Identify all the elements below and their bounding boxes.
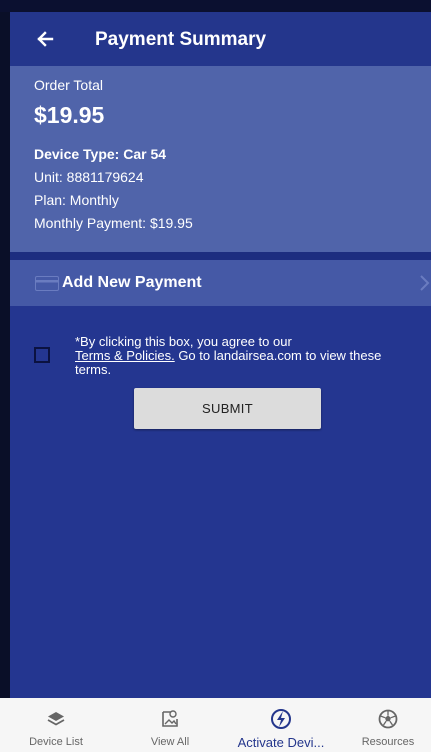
order-summary-panel: Order Total $19.95 Device Type: Car 54 U… — [10, 66, 431, 252]
back-button[interactable] — [30, 24, 60, 54]
app-screen: Payment Summary Order Total $19.95 Devic… — [0, 0, 431, 752]
order-total-label: Order Total — [34, 77, 103, 93]
monthly-payment: Monthly Payment: $19.95 — [34, 215, 193, 231]
chevron-right-icon — [420, 275, 430, 291]
nav-label: Activate Devi... — [237, 735, 325, 750]
nav-view-all[interactable]: View All — [120, 698, 220, 752]
terms-checkbox[interactable] — [34, 347, 50, 363]
unit-number: Unit: 8881179624 — [34, 169, 144, 185]
back-arrow-icon — [37, 31, 54, 47]
credit-card-icon — [35, 276, 59, 291]
order-total-value: $19.95 — [34, 102, 105, 128]
terms-prefix: *By clicking this box, you agree to our — [75, 334, 292, 349]
submit-button[interactable]: SUBMIT — [134, 388, 321, 429]
add-new-payment-label: Add New Payment — [62, 274, 202, 291]
page-title: Payment Summary — [95, 29, 267, 50]
bolt-icon — [271, 709, 291, 729]
plan-type: Plan: Monthly — [34, 192, 119, 208]
image-icon — [162, 710, 178, 727]
device-type: Device Type: Car 54 — [34, 146, 167, 162]
terms-policies-link[interactable]: Terms & Policies. — [75, 348, 175, 363]
nav-label: Resources — [361, 736, 415, 748]
status-bar — [0, 0, 431, 12]
section-divider — [10, 252, 431, 260]
main-content: *By clicking this box, you agree to our … — [10, 306, 431, 698]
soccer-ball-icon — [378, 709, 398, 729]
layers-icon — [47, 712, 65, 726]
app-bar: Payment Summary — [10, 12, 431, 66]
terms-text: *By clicking this box, you agree to our … — [75, 335, 405, 377]
add-new-payment-row[interactable]: Add New Payment — [10, 260, 431, 306]
nav-device-list[interactable]: Device List — [0, 698, 112, 752]
nav-label: Device List — [29, 736, 83, 748]
nav-resources[interactable]: Resources — [345, 698, 431, 752]
nav-label: View All — [150, 736, 190, 748]
nav-activate-device[interactable]: Activate Devi... — [222, 698, 340, 752]
bottom-navigation: Device List View All Activate Devi... Re… — [0, 698, 431, 752]
